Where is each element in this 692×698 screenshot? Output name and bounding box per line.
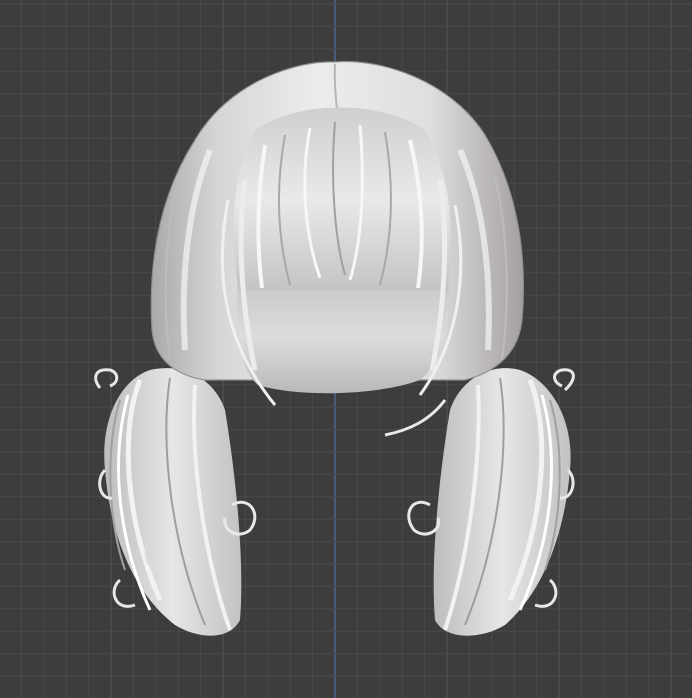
3d-viewport[interactable] (0, 0, 692, 698)
face-region (236, 282, 450, 394)
left-ponytail (94, 368, 257, 636)
hair-model[interactable] (0, 0, 692, 698)
right-ponytail (384, 368, 575, 636)
